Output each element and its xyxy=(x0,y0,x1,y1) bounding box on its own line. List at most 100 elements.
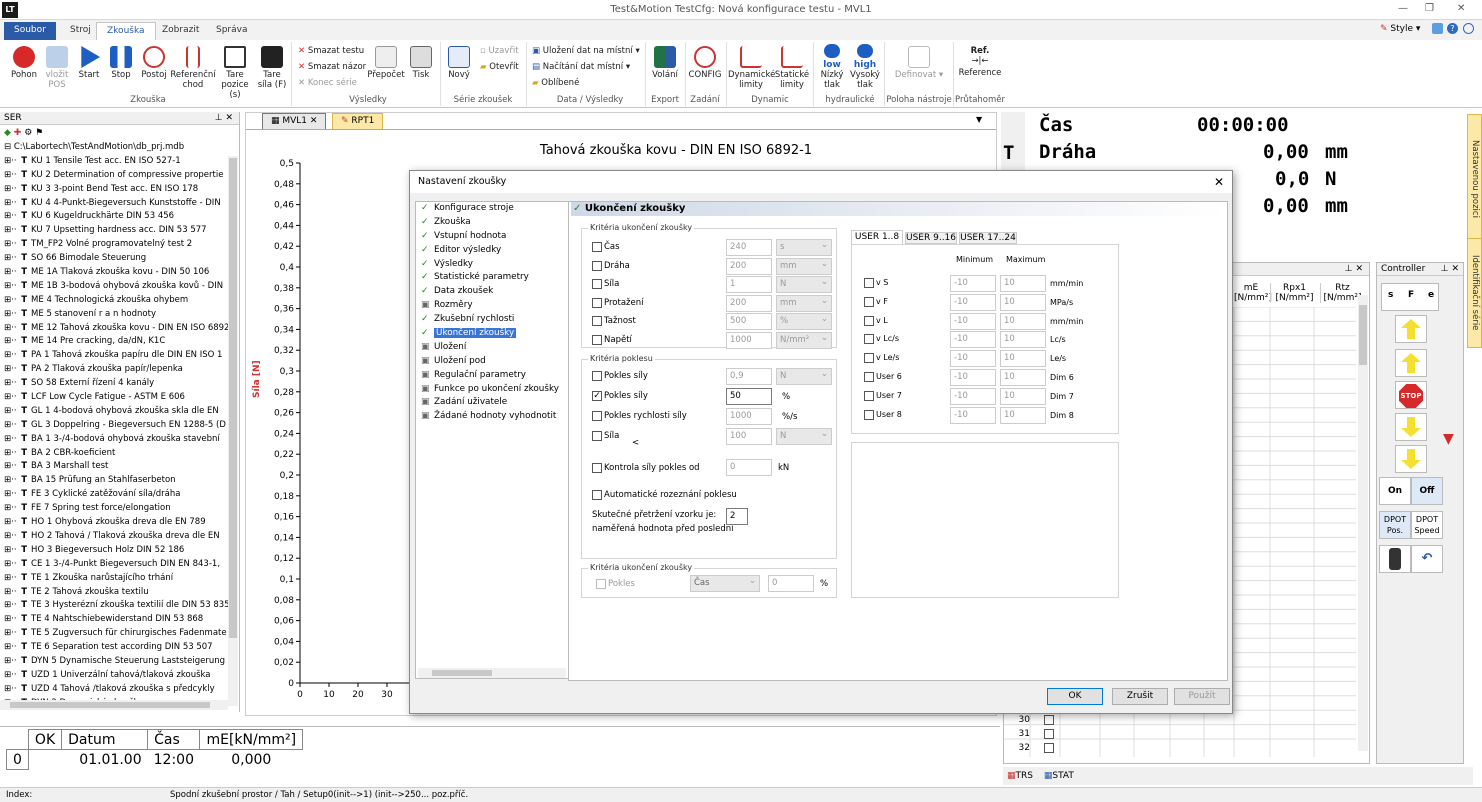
tree-item[interactable]: ⊞·· T BA 3 Marshall test xyxy=(0,460,239,474)
apply-button[interactable]: Použít xyxy=(1174,688,1230,705)
expand-icon[interactable]: ⊞·· xyxy=(4,517,19,527)
user-checkbox[interactable] xyxy=(864,353,874,364)
drop-criteria-input[interactable]: 50 xyxy=(726,388,772,405)
tree-item[interactable]: ⊞·· T ME 12 Tahová zkouška kovu - DIN EN … xyxy=(0,322,239,336)
user-min-input[interactable]: -10 xyxy=(950,350,996,368)
user-min-input[interactable]: -10 xyxy=(950,406,996,424)
expand-icon[interactable]: ⊞·· xyxy=(4,350,19,360)
expand-icon[interactable]: ⊞·· xyxy=(4,281,19,291)
tree-item[interactable]: ⊞·· T PA 2 Tlaková zkouška papír/lepenka xyxy=(0,363,239,377)
tab-stroj[interactable]: Stroj xyxy=(60,22,101,40)
expand-icon[interactable]: ⊞·· xyxy=(4,239,19,249)
drop-criteria-checkbox[interactable] xyxy=(592,371,602,381)
vlozit-pos-button[interactable]: vložit POS xyxy=(40,46,74,90)
tools-icon[interactable]: ✚ xyxy=(14,128,22,138)
tree-root[interactable]: ⊟ C:\Labortech\TestAndMotion\db_prj.mdb xyxy=(0,141,239,155)
expand-icon[interactable]: ⊞·· xyxy=(4,434,19,444)
vysoky-tlak-button[interactable]: high Vysoký tlak xyxy=(848,44,882,90)
doc-tab-mvl1[interactable]: ▦ MVL1 ✕ xyxy=(262,113,327,129)
nacitani-dat-button[interactable]: ▤ Načítání dat místní ▾ xyxy=(532,62,630,73)
nav-hscroll-thumb[interactable] xyxy=(432,670,492,676)
definovat-button[interactable]: Definovat ▾ xyxy=(894,46,944,80)
tare-pos-button[interactable]: Tare pozice (s) xyxy=(216,46,254,100)
expand-icon[interactable]: ⊞·· xyxy=(4,420,19,430)
nav-hscrollbar[interactable] xyxy=(418,668,566,678)
tree-item[interactable]: ⊞·· T GL 3 Doppelring - Biegeversuch EN 1… xyxy=(0,419,239,433)
refresh-icon[interactable]: ◆ xyxy=(4,128,11,138)
tree-item[interactable]: ⊞·· T FE 3 Cyklické zatěžování síla/dráha xyxy=(0,488,239,502)
tree-item[interactable]: ⊞·· T DYN 5 Dynamische Steuerung Laststei… xyxy=(0,655,239,669)
tree-item[interactable]: ⊞·· T SO 66 Bimodale Steuerung xyxy=(0,252,239,266)
drop-criteria-input[interactable]: 0,9 xyxy=(726,368,772,385)
expand-icon[interactable]: ⊞·· xyxy=(4,628,19,638)
tree-item[interactable]: ⊞·· T ME 14 Pre cracking, da/dN, K1C xyxy=(0,335,239,349)
expand-icon[interactable]: ⊞·· xyxy=(4,392,19,402)
user-checkbox[interactable] xyxy=(864,409,874,420)
expand-icon[interactable]: ⊞·· xyxy=(4,323,19,333)
tree-item[interactable]: ⊞·· T UZD 4 Tahová /tlaková zkouška s pře… xyxy=(0,683,239,697)
drop-criteria-unit-select[interactable]: N xyxy=(776,427,832,445)
config-button[interactable]: CONFIG xyxy=(686,46,724,80)
jog-down-fast-button[interactable] xyxy=(1395,445,1427,473)
expand-icon[interactable]: ⊞·· xyxy=(4,267,19,277)
expand-icon[interactable]: ⊞·· xyxy=(4,489,19,499)
jog-down-button[interactable] xyxy=(1395,413,1427,441)
tab-user-17-24[interactable]: USER 17..24 xyxy=(959,232,1017,244)
oblibene-button[interactable]: ▰ Oblíbené xyxy=(532,78,579,89)
expand-icon[interactable]: ⊞·· xyxy=(4,587,19,597)
tab-user-1-8[interactable]: USER 1..8 xyxy=(851,230,903,244)
stop-button[interactable]: Stop xyxy=(106,46,136,80)
tree-item[interactable]: ⊞·· T KU 6 Kugeldruckhärte DIN 53 456 xyxy=(0,210,239,224)
col-me[interactable]: mE[kN/mm²] xyxy=(199,729,304,750)
drop-criteria-checkbox[interactable] xyxy=(592,411,602,421)
tree-item[interactable]: ⊞·· T KU 1 Tensile Test acc. EN ISO 527-1 xyxy=(0,155,239,169)
user-max-input[interactable]: 10 xyxy=(1000,350,1046,368)
expand-icon[interactable]: ⊞·· xyxy=(4,531,19,541)
dpot-pos-button[interactable]: DPOT Pos. xyxy=(1379,511,1411,539)
col-ok[interactable]: OK xyxy=(27,729,63,750)
expand-icon[interactable]: ⊞·· xyxy=(4,448,19,458)
expand-icon[interactable]: ⊞·· xyxy=(4,184,19,194)
tab-zkouska[interactable]: Zkouška xyxy=(96,22,156,40)
expand-icon[interactable]: ⊞·· xyxy=(4,253,19,263)
help-icon[interactable]: ? xyxy=(1447,23,1458,34)
col-header-rpx1[interactable]: Rpx1 [N/mm²] xyxy=(1270,283,1318,303)
dialog-close-icon[interactable]: ✕ xyxy=(1214,171,1224,193)
expand-icon[interactable]: ⊞·· xyxy=(4,170,19,180)
expand-icon[interactable]: ⊞·· xyxy=(4,309,19,319)
expand-icon[interactable]: ⊞·· xyxy=(4,600,19,610)
pin-close-icon[interactable]: ⊥ ✕ xyxy=(215,112,233,124)
nav-item[interactable]: ▣ Rozměry xyxy=(416,299,568,313)
user-min-input[interactable]: -10 xyxy=(950,331,996,349)
smazat-nazor-button[interactable]: ✕ Smazat názor xyxy=(298,62,366,73)
tree-item[interactable]: ⊞·· T KU 4 4-Punkt-Biegeversuch Kunststof… xyxy=(0,197,239,211)
ulozeni-dat-button[interactable]: ▣ Uložení dat na místní ▾ xyxy=(532,46,640,57)
nav-item[interactable]: ✓ Zkouška xyxy=(416,216,568,230)
end-criteria-unit-select[interactable]: % xyxy=(776,312,832,330)
end-criteria-checkbox[interactable] xyxy=(592,297,602,308)
nav-item[interactable]: ✓ Zkušební rychlosti xyxy=(416,313,568,327)
user-max-input[interactable]: 10 xyxy=(1000,387,1046,405)
drop-criteria-checkbox[interactable] xyxy=(592,431,602,441)
traffic-light-button[interactable] xyxy=(1379,545,1411,573)
user-min-input[interactable]: -10 xyxy=(950,312,996,330)
tree-item[interactable]: ⊞·· T HO 2 Tahová / Tlaková zkouška dreva… xyxy=(0,530,239,544)
tab-soubor[interactable]: Soubor xyxy=(4,22,56,40)
on-button[interactable]: On xyxy=(1379,477,1411,505)
volani-button[interactable]: Volání xyxy=(648,46,682,80)
pohon-button[interactable]: Pohon xyxy=(6,46,42,80)
mode-s[interactable]: s xyxy=(1388,290,1393,300)
nav-item[interactable]: ▣ Uložení pod xyxy=(416,355,568,369)
col-header-me[interactable]: mE [N/mm²] xyxy=(1234,283,1272,303)
drop-criteria-input[interactable]: 100 xyxy=(726,428,772,445)
nav-item[interactable]: ✓ Vstupní hodnota xyxy=(416,230,568,244)
nav-item[interactable]: ▣ Funkce po ukončení zkoušky xyxy=(416,383,568,397)
pokles-input[interactable]: 0 xyxy=(768,575,814,592)
end-criteria-unit-select[interactable]: mm xyxy=(776,294,832,312)
postoj-button[interactable]: Postoj xyxy=(138,46,170,80)
filter-icon[interactable]: ⚑ xyxy=(35,128,43,138)
cancel-button[interactable]: Zrušit xyxy=(1112,688,1168,705)
tree-item[interactable]: ⊞·· T ME 5 stanovení r a n hodnoty xyxy=(0,308,239,322)
auto-detect-checkbox[interactable] xyxy=(592,490,602,500)
table-row[interactable]: 0 01.01.00 12:00 0,000 xyxy=(6,749,303,770)
